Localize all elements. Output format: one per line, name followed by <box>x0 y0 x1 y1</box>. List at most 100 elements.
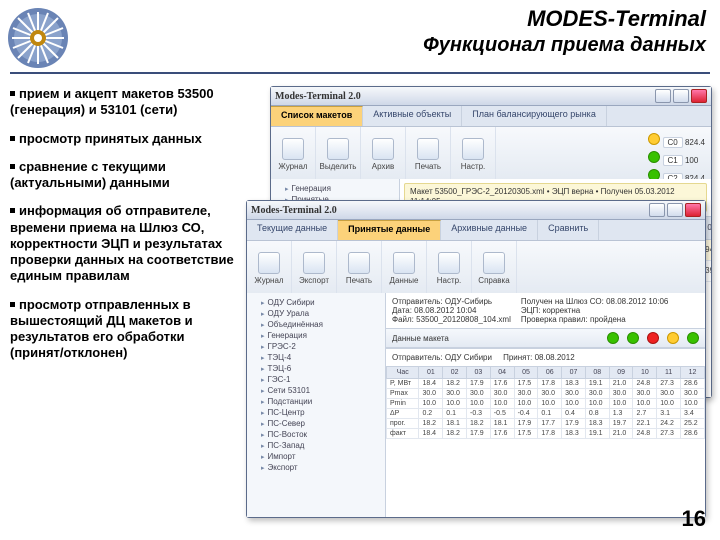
ribbon-button[interactable]: Выделить <box>316 127 361 181</box>
grid-header[interactable]: 07 <box>562 367 586 379</box>
grid-cell[interactable]: 22.1 <box>633 419 657 429</box>
ribbon-button[interactable]: Печать <box>406 127 451 181</box>
tree-node[interactable]: ПС-Восток <box>251 429 381 440</box>
grid-cell[interactable]: 10.0 <box>490 399 514 409</box>
grid-cell[interactable]: 10.0 <box>633 399 657 409</box>
tree-node[interactable]: ТЭЦ-4 <box>251 352 381 363</box>
grid-cell[interactable]: 17.6 <box>490 379 514 389</box>
grid-cell[interactable]: 19.7 <box>609 419 633 429</box>
grid-cell[interactable]: 0.2 <box>419 409 443 419</box>
grid-header[interactable]: 10 <box>633 367 657 379</box>
grid-cell[interactable]: 28.6 <box>681 379 705 389</box>
grid-header[interactable]: 11 <box>657 367 681 379</box>
tab[interactable]: Список макетов <box>271 106 363 126</box>
table-row[interactable]: факт18.418.217.917.617.517.818.319.121.0… <box>387 429 705 439</box>
grid-header[interactable]: 12 <box>681 367 705 379</box>
grid-cell[interactable]: 27.3 <box>657 429 681 439</box>
close-icon[interactable] <box>691 89 707 103</box>
grid-header[interactable]: 01 <box>419 367 443 379</box>
grid-cell[interactable]: 18.1 <box>490 419 514 429</box>
tree-node[interactable]: ПС-Запад <box>251 440 381 451</box>
tree-node[interactable]: ОДУ Сибири <box>251 297 381 308</box>
grid-cell[interactable]: 30.0 <box>443 389 467 399</box>
ribbon-button[interactable]: Настр. <box>427 241 472 295</box>
grid-cell[interactable]: 18.3 <box>562 379 586 389</box>
maximize-icon[interactable] <box>667 203 683 217</box>
tab[interactable]: Принятые данные <box>338 220 441 240</box>
grid-cell[interactable]: 18.3 <box>585 419 609 429</box>
grid-header[interactable]: 02 <box>443 367 467 379</box>
tab[interactable]: Архивные данные <box>441 220 538 240</box>
tab[interactable]: Текущие данные <box>247 220 338 240</box>
grid-cell[interactable]: 24.8 <box>633 429 657 439</box>
grid-cell[interactable]: 10.0 <box>562 399 586 409</box>
data-grid[interactable]: Час010203040506070809101112 P, МВт18.418… <box>386 366 705 439</box>
tree-node[interactable]: ОДУ Урала <box>251 308 381 319</box>
grid-cell[interactable]: 2.7 <box>633 409 657 419</box>
grid-cell[interactable]: 17.8 <box>538 429 562 439</box>
grid-cell[interactable]: ΔP <box>387 409 419 419</box>
tree-node[interactable]: Импорт <box>251 451 381 462</box>
ribbon-button[interactable]: Журнал <box>247 241 292 295</box>
ribbon-button[interactable]: Архив <box>361 127 406 181</box>
grid-header[interactable]: 05 <box>514 367 538 379</box>
grid-cell[interactable]: 18.4 <box>419 379 443 389</box>
grid-cell[interactable]: 30.0 <box>562 389 586 399</box>
grid-cell[interactable]: 10.0 <box>467 399 491 409</box>
grid-cell[interactable]: факт <box>387 429 419 439</box>
grid-header[interactable]: 09 <box>609 367 633 379</box>
tree-node[interactable]: ПС-Центр <box>251 407 381 418</box>
tree-panel[interactable]: ОДУ СибириОДУ УралаОбъединённаяГенерация… <box>247 293 386 517</box>
tree-node[interactable]: ПС-Север <box>251 418 381 429</box>
close-icon[interactable] <box>685 203 701 217</box>
grid-cell[interactable]: 10.0 <box>609 399 633 409</box>
grid-cell[interactable]: 17.9 <box>562 419 586 429</box>
grid-cell[interactable]: 3.4 <box>681 409 705 419</box>
grid-cell[interactable]: 1.3 <box>609 409 633 419</box>
ribbon-button[interactable]: Печать <box>337 241 382 295</box>
grid-cell[interactable]: -0.4 <box>514 409 538 419</box>
ribbon-button[interactable]: Журнал <box>271 127 316 181</box>
minimize-icon[interactable] <box>649 203 665 217</box>
grid-cell[interactable]: 30.0 <box>419 389 443 399</box>
tree-node[interactable]: ГРЭС-2 <box>251 341 381 352</box>
tab[interactable]: План балансирующего рынка <box>462 106 607 126</box>
grid-cell[interactable]: 19.1 <box>585 379 609 389</box>
grid-cell[interactable]: 30.0 <box>514 389 538 399</box>
grid-cell[interactable]: -0.5 <box>490 409 514 419</box>
grid-cell[interactable]: 18.2 <box>419 419 443 429</box>
tree-node[interactable]: Генерация <box>251 330 381 341</box>
grid-cell[interactable]: 10.0 <box>419 399 443 409</box>
grid-cell[interactable]: 18.2 <box>443 379 467 389</box>
ribbon-button[interactable]: Данные <box>382 241 427 295</box>
tree-node[interactable]: ГЭС-1 <box>251 374 381 385</box>
grid-header[interactable]: Час <box>387 367 419 379</box>
tree-node[interactable]: Подстанции <box>251 396 381 407</box>
tree-node[interactable]: ТЭЦ-6 <box>251 363 381 374</box>
grid-cell[interactable]: 10.0 <box>681 399 705 409</box>
grid-cell[interactable]: прог. <box>387 419 419 429</box>
grid-cell[interactable]: 17.9 <box>467 429 491 439</box>
grid-cell[interactable]: 30.0 <box>538 389 562 399</box>
tab[interactable]: Сравнить <box>538 220 599 240</box>
grid-cell[interactable]: 10.0 <box>657 399 681 409</box>
grid-cell[interactable]: 18.3 <box>562 429 586 439</box>
grid-cell[interactable]: 27.3 <box>657 379 681 389</box>
tree-node[interactable]: Генерация <box>275 183 395 194</box>
grid-cell[interactable]: 17.6 <box>490 429 514 439</box>
grid-cell[interactable]: 18.2 <box>443 429 467 439</box>
grid-cell[interactable]: 17.8 <box>538 379 562 389</box>
grid-cell[interactable]: 0.4 <box>562 409 586 419</box>
grid-cell[interactable]: 0.1 <box>538 409 562 419</box>
grid-cell[interactable]: 30.0 <box>633 389 657 399</box>
maximize-icon[interactable] <box>673 89 689 103</box>
grid-cell[interactable]: 10.0 <box>585 399 609 409</box>
ribbon-button[interactable]: Справка <box>472 241 517 295</box>
grid-header[interactable]: 08 <box>585 367 609 379</box>
table-row[interactable]: ΔP0.20.1-0.3-0.5-0.40.10.40.81.32.73.13.… <box>387 409 705 419</box>
grid-cell[interactable]: 19.1 <box>585 429 609 439</box>
grid-cell[interactable]: 17.9 <box>467 379 491 389</box>
grid-cell[interactable]: 30.0 <box>585 389 609 399</box>
table-row[interactable]: P, МВт18.418.217.917.617.517.818.319.121… <box>387 379 705 389</box>
grid-cell[interactable]: 24.8 <box>633 379 657 389</box>
